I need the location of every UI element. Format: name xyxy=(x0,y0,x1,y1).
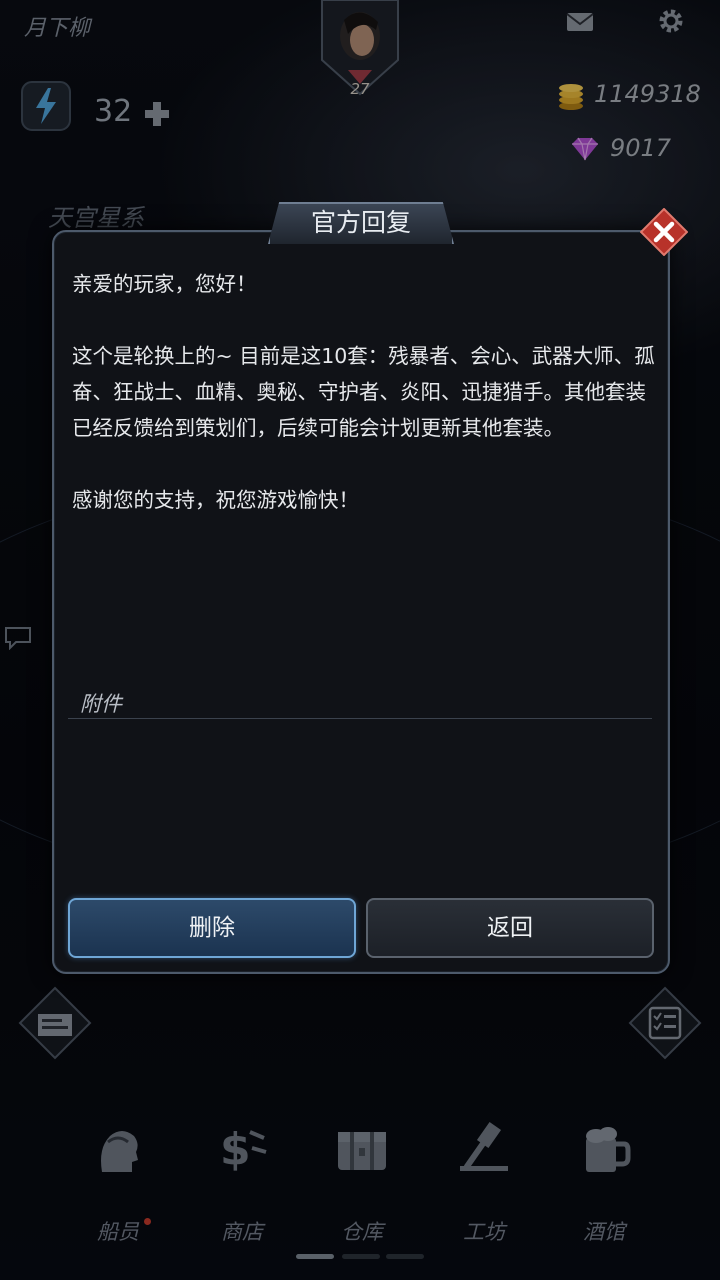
delete-button[interactable]: 删除 xyxy=(68,898,356,958)
back-button[interactable]: 返回 xyxy=(366,898,654,958)
message-body: 亲爱的玩家，您好！ 这个是轮换上的~ 目前是这10套：残暴者、会心、武器大师、孤… xyxy=(72,266,656,518)
message-text: 这个是轮换上的~ 目前是这10套：残暴者、会心、武器大师、孤奋、狂战士、血精、奥… xyxy=(72,344,655,440)
close-button[interactable] xyxy=(640,208,688,256)
message-thanks: 感谢您的支持，祝您游戏愉快！ xyxy=(72,488,359,512)
attachments-divider xyxy=(68,718,652,719)
game-screen: 月下柳 27 32 1149318 9017 天宫星系 船员 $ 商店 仓库 工… xyxy=(0,0,720,1280)
dialog-title: 官方回复 xyxy=(310,208,411,237)
message-greeting: 亲爱的玩家，您好！ xyxy=(72,272,257,296)
attachments-label: 附件 xyxy=(80,692,122,716)
